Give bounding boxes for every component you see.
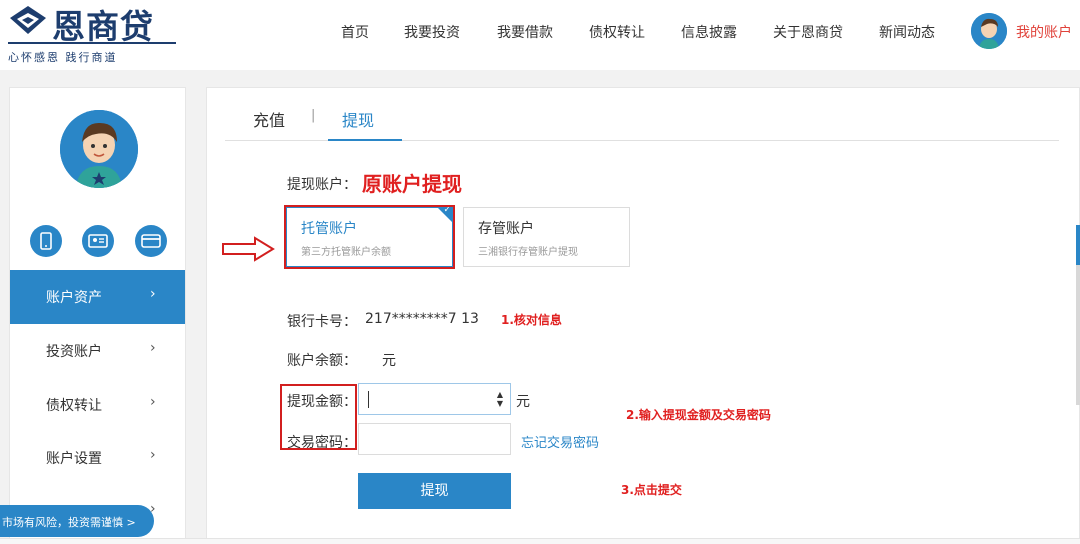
account-sidebar: 账户资产 › 投资账户 › 债权转让 › 账户设置 › ›: [9, 87, 186, 544]
bottom-strip: [0, 538, 1080, 544]
header-avatar[interactable]: [971, 13, 1007, 49]
depository-account-card[interactable]: 存管账户 三湘银行存管账户提现: [463, 207, 630, 267]
tab-recharge[interactable]: 充值: [253, 107, 285, 131]
annotation-step1: 1.核对信息: [501, 313, 562, 327]
nav-invest[interactable]: 我要投资: [404, 22, 460, 42]
logo-divider: [8, 42, 176, 44]
profile-avatar-icon: [60, 110, 138, 188]
phone-verify-button[interactable]: [30, 225, 62, 257]
menu-invest-account[interactable]: 投资账户 ›: [10, 324, 185, 378]
highlight-box-account: [284, 205, 455, 269]
amount-unit: 元: [516, 394, 530, 410]
user-avatar-icon: [971, 13, 1007, 49]
phone-icon: [40, 232, 52, 250]
bank-card-verify-button[interactable]: [135, 225, 167, 257]
withdraw-submit-button[interactable]: 提现: [358, 473, 511, 509]
balance-label: 账户余额：: [287, 353, 357, 369]
nav-about[interactable]: 关于恩商贷: [773, 22, 843, 42]
nav-home[interactable]: 首页: [341, 22, 369, 42]
top-header: 恩商贷 心怀感恩 践行商道 首页 我要投资 我要借款 债权转让 信息披露 关于恩…: [0, 0, 1080, 70]
chevron-right-icon: ›: [150, 340, 156, 356]
text-caret: [368, 391, 369, 408]
withdraw-panel: 充值 | 提现 提现账户： 原账户提现 托管账户 第三方托管账户余额 ✓ 存管账…: [206, 87, 1080, 544]
tab-separator: |: [311, 108, 316, 123]
nav-borrow[interactable]: 我要借款: [497, 22, 553, 42]
highlight-box-fields: [280, 384, 357, 450]
bank-card-icon: [141, 234, 161, 248]
nav-debt-transfer[interactable]: 债权转让: [589, 22, 645, 42]
logo-name: 恩商贷: [52, 7, 154, 46]
profile-avatar[interactable]: [60, 110, 138, 188]
menu-account-assets[interactable]: 账户资产 ›: [10, 270, 185, 324]
bank-card-number: 217********7 13: [365, 311, 479, 327]
forgot-password-link[interactable]: 忘记交易密码: [521, 432, 599, 451]
nav-news[interactable]: 新闻动态: [879, 22, 935, 42]
my-account-link[interactable]: 我的账户: [1016, 22, 1072, 42]
risk-notice-pill[interactable]: 市场有风险，投资需谨慎 >: [0, 505, 154, 537]
site-logo[interactable]: 恩商贷 心怀感恩 践行商道: [8, 2, 180, 64]
number-spinner-icon[interactable]: ▲ ▼: [497, 390, 503, 408]
logo-slogan: 心怀感恩 践行商道: [8, 51, 118, 64]
active-tab-indicator: [328, 139, 402, 141]
chevron-right-icon: ›: [150, 286, 156, 302]
withdraw-amount-input[interactable]: ▲ ▼: [358, 383, 511, 415]
id-verify-button[interactable]: [82, 225, 114, 257]
page-scrollbar-thumb[interactable]: [1076, 225, 1080, 265]
menu-debt-transfer[interactable]: 债权转让 ›: [10, 378, 185, 432]
chevron-right-icon: ›: [150, 447, 156, 463]
card-subtitle: 三湘银行存管账户提现: [478, 247, 578, 258]
logo-mark-icon: [10, 6, 46, 34]
annotation-step2: 2.输入提现金额及交易密码: [626, 408, 771, 422]
menu-label: 债权转让: [46, 398, 102, 414]
menu-label: 账户设置: [46, 451, 102, 467]
pointer-arrow-icon: [222, 236, 275, 262]
tab-withdraw[interactable]: 提现: [342, 107, 374, 131]
annotation-step3: 3.点击提交: [621, 483, 682, 497]
original-account-withdraw-note: 原账户提现: [362, 172, 462, 196]
menu-label: 账户资产: [46, 290, 102, 306]
id-card-icon: [88, 234, 108, 248]
nav-disclosure[interactable]: 信息披露: [681, 22, 737, 42]
card-title: 存管账户: [478, 221, 534, 237]
chevron-right-icon: ›: [150, 394, 156, 410]
menu-account-settings[interactable]: 账户设置 ›: [10, 431, 185, 485]
withdraw-account-label: 提现账户：: [287, 177, 357, 193]
bank-card-label: 银行卡号：: [287, 314, 357, 330]
balance-unit: 元: [382, 353, 396, 369]
menu-label: 投资账户: [46, 344, 102, 360]
trade-password-input[interactable]: [358, 423, 511, 455]
